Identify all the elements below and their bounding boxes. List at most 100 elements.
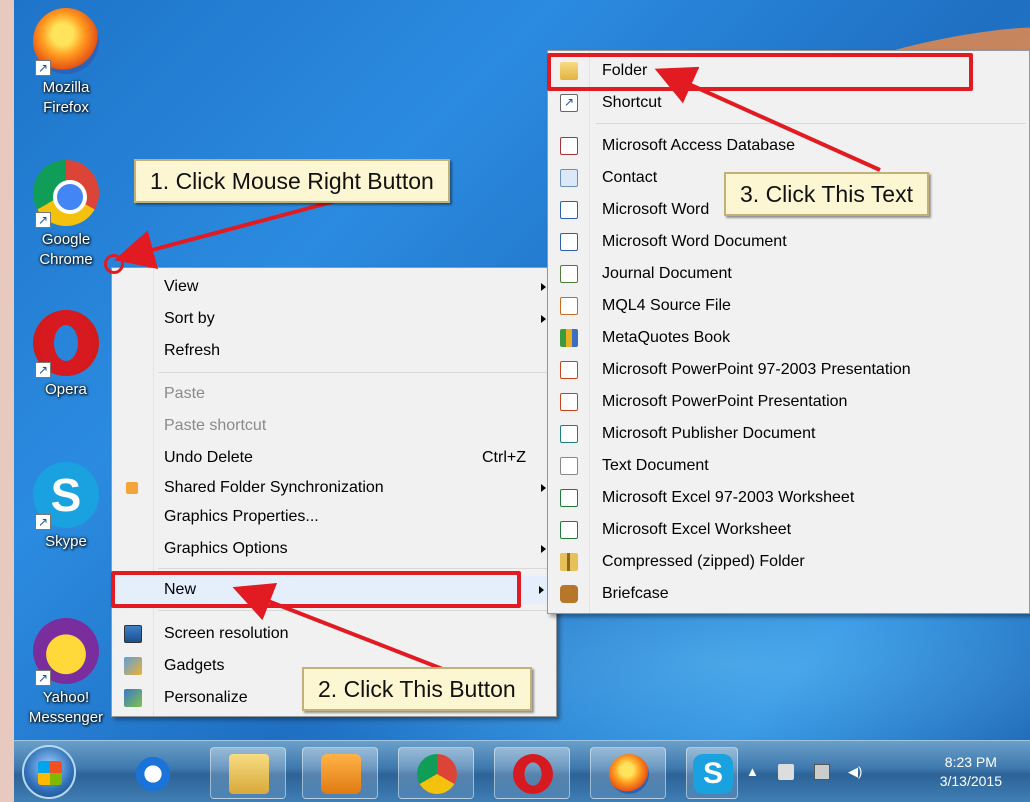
opera-icon: ↗ [33, 310, 99, 378]
menu-item-label: Microsoft Word [602, 201, 710, 218]
opera-icon [513, 754, 553, 794]
yahoo-messenger-icon: ↗ [33, 618, 99, 686]
highlight-new [111, 571, 521, 608]
menu-item-new-excel-97[interactable]: Microsoft Excel 97-2003 Worksheet [548, 484, 1029, 512]
callout-step-3: 3. Click This Text [724, 172, 929, 216]
submenu-arrow-icon [541, 283, 546, 291]
menu-item-label: Paste [164, 385, 205, 402]
skype-icon: S ↗ [33, 462, 99, 530]
taskbar-opera[interactable] [494, 747, 570, 799]
menu-item-label: Shared Folder Synchronization [164, 479, 384, 496]
taskbar-chrome[interactable] [398, 747, 474, 799]
clock-time: 8:23 PM [944, 754, 997, 770]
right-click-marker [104, 254, 124, 274]
highlight-folder [547, 53, 973, 91]
menu-item-label: View [164, 278, 199, 295]
firefox-icon: ↗ [33, 8, 99, 76]
desktop-icon-opera[interactable]: ↗ Opera [20, 310, 112, 400]
menu-item-new-mql4[interactable]: MQL4 Source File [548, 292, 1029, 320]
menu-item-new-ppt-97[interactable]: Microsoft PowerPoint 97-2003 Presentatio… [548, 356, 1029, 384]
submenu-arrow-icon [539, 586, 544, 594]
powerpoint-icon [560, 361, 578, 379]
menu-item-undo-delete[interactable]: Undo Delete Ctrl+Z [112, 444, 556, 472]
publisher-icon [560, 425, 578, 443]
desktop-icon-label: Skype [45, 533, 87, 550]
volume-icon[interactable]: ◀) [848, 764, 864, 780]
zip-folder-icon [560, 553, 578, 571]
action-center-flag-icon[interactable] [778, 764, 794, 780]
journal-icon [560, 265, 578, 283]
menu-item-label: Contact [602, 169, 658, 186]
menu-item-shared-folder-sync[interactable]: Shared Folder Synchronization [112, 474, 556, 502]
excel-icon [560, 521, 578, 539]
desktop-icon-skype[interactable]: S ↗ Skype [20, 462, 112, 552]
menu-item-new-metaquotes-book[interactable]: MetaQuotes Book [548, 324, 1029, 352]
gadgets-icon [124, 657, 142, 675]
menu-item-view[interactable]: View [112, 273, 556, 301]
menu-item-new-shortcut[interactable]: ↗ Shortcut [548, 89, 1029, 117]
menu-separator [158, 568, 552, 569]
text-document-icon [560, 457, 578, 475]
clock[interactable]: 8:23 PM 3/13/2015 [940, 753, 1002, 791]
menu-separator [158, 610, 552, 611]
menu-item-graphics-options[interactable]: Graphics Options [112, 535, 556, 563]
submenu-arrow-icon [541, 484, 546, 492]
contact-icon [560, 169, 578, 187]
taskbar-explorer[interactable] [210, 747, 286, 799]
menu-item-new-word-document[interactable]: Microsoft Word Document [548, 228, 1029, 256]
menu-item-new-access-db[interactable]: Microsoft Access Database [548, 132, 1029, 160]
media-player-icon [321, 754, 361, 794]
start-button[interactable] [22, 745, 76, 799]
taskbar-internet-explorer[interactable] [114, 747, 190, 799]
menu-item-new-ppt[interactable]: Microsoft PowerPoint Presentation [548, 388, 1029, 416]
menu-item-label: MQL4 Source File [602, 297, 731, 314]
menu-separator [158, 372, 552, 373]
excel-icon [560, 489, 578, 507]
mql4-file-icon [560, 297, 578, 315]
menu-item-new-excel[interactable]: Microsoft Excel Worksheet [548, 516, 1029, 544]
callout-step-1: 1. Click Mouse Right Button [134, 159, 450, 203]
menu-item-new-briefcase[interactable]: Briefcase [548, 580, 1029, 608]
menu-item-new-text-document[interactable]: Text Document [548, 452, 1029, 480]
show-hidden-icons-button[interactable]: ▲ [746, 764, 762, 780]
menu-item-label: Microsoft Excel 97-2003 Worksheet [602, 489, 855, 506]
menu-item-label: Text Document [602, 457, 709, 474]
shortcut-arrow-icon: ↗ [35, 670, 51, 686]
chrome-icon: ↗ [33, 160, 99, 228]
menu-item-new-publisher[interactable]: Microsoft Publisher Document [548, 420, 1029, 448]
taskbar-firefox[interactable] [590, 747, 666, 799]
desktop-icon-label: Yahoo! [42, 689, 90, 706]
taskbar-media-player[interactable] [302, 747, 378, 799]
menu-item-label: Refresh [164, 342, 221, 359]
menu-item-sort-by[interactable]: Sort by [112, 305, 556, 333]
menu-item-new-zip-folder[interactable]: Compressed (zipped) Folder [548, 548, 1029, 576]
shortcut-arrow-icon: ↗ [35, 212, 51, 228]
word-icon [560, 233, 578, 251]
menu-item-accelerator: Ctrl+Z [482, 449, 526, 466]
menu-item-paste[interactable]: Paste [112, 380, 556, 408]
taskbar: S ▲ ◀) 8:23 PM 3/13/2015 [14, 740, 1030, 802]
menu-item-label: Graphics Properties... [164, 508, 319, 525]
desktop-icon-yahoo-messenger[interactable]: ↗ Yahoo! Messenger [20, 618, 112, 728]
menu-item-refresh[interactable]: Refresh [112, 337, 556, 365]
desktop-icon-label: Chrome [39, 251, 93, 268]
menu-item-screen-resolution[interactable]: Screen resolution [112, 620, 556, 648]
menu-item-label: Compressed (zipped) Folder [602, 553, 805, 570]
menu-item-label: Screen resolution [164, 625, 289, 642]
menu-item-label: Sort by [164, 310, 215, 327]
network-icon[interactable] [814, 764, 830, 780]
menu-item-label: Paste shortcut [164, 417, 267, 434]
desktop-icon-label: Firefox [43, 99, 89, 116]
menu-item-label: Microsoft PowerPoint Presentation [602, 393, 848, 410]
briefcase-icon [560, 585, 578, 603]
desktop-icon-chrome[interactable]: ↗ Google Chrome [20, 160, 112, 270]
menu-item-graphics-properties[interactable]: Graphics Properties... [112, 503, 556, 531]
shortcut-icon: ↗ [560, 94, 578, 112]
sync-icon [126, 482, 138, 494]
powerpoint-icon [560, 393, 578, 411]
menu-item-label: Microsoft Access Database [602, 137, 795, 154]
menu-item-paste-shortcut[interactable]: Paste shortcut [112, 412, 556, 440]
desktop-icon-firefox[interactable]: ↗ Mozilla Firefox [20, 8, 112, 118]
desktop-icon-label: Mozilla [42, 79, 90, 96]
menu-item-new-journal[interactable]: Journal Document [548, 260, 1029, 288]
